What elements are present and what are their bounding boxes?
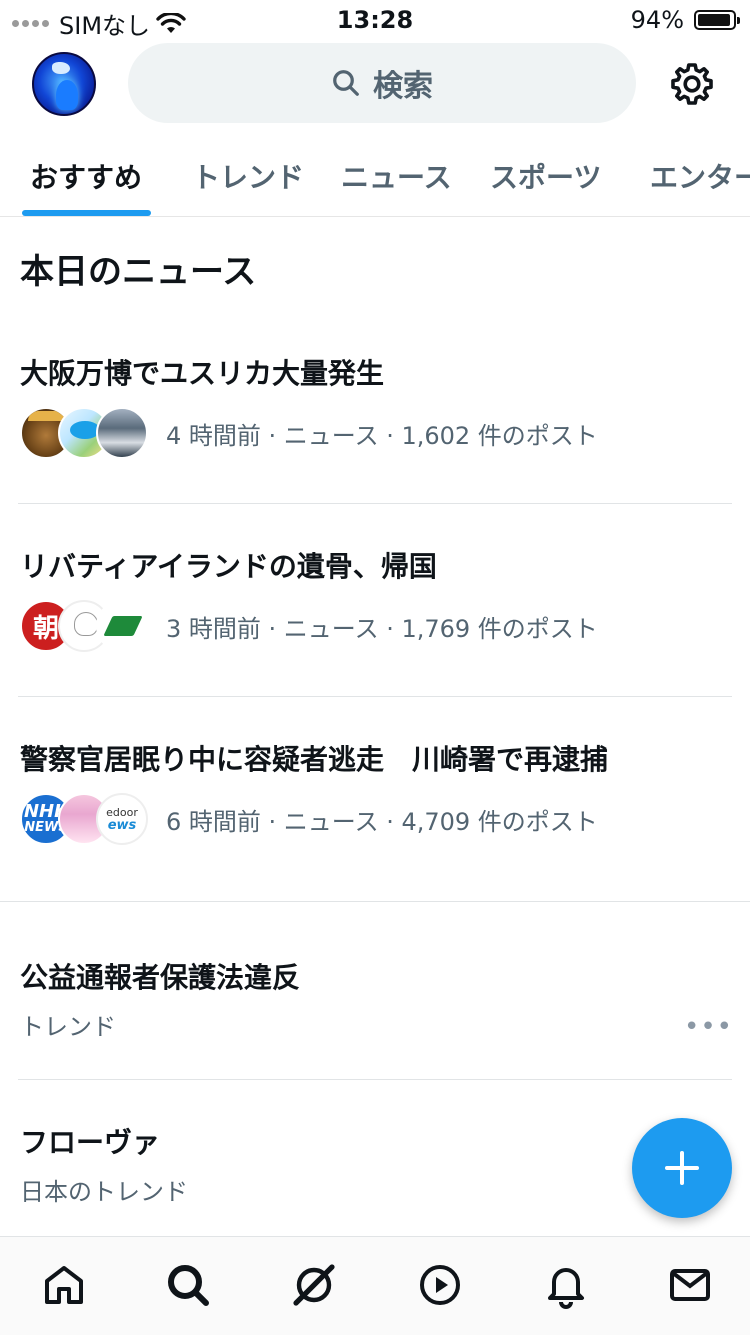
bottom-nav	[0, 1236, 750, 1335]
home-icon[interactable]	[40, 1261, 88, 1309]
trend-item-category: トレンド	[20, 1013, 116, 1041]
explore-tabs: おすすめ トレンド ニュース スポーツ エンター	[0, 136, 750, 217]
profile-avatar[interactable]	[32, 52, 96, 116]
battery-level	[698, 14, 730, 26]
tab-sports[interactable]: スポーツ	[490, 156, 601, 196]
video-play-icon[interactable]	[416, 1261, 464, 1309]
search-icon[interactable]	[164, 1261, 212, 1309]
tab-entertainment[interactable]: エンター	[650, 156, 750, 196]
notifications-bell-icon[interactable]	[542, 1261, 590, 1309]
news-item-meta[interactable]: 4 時間前 · ニュース · 1,602 件のポスト	[20, 405, 598, 461]
trend-item-category: 日本のトレンド	[20, 1178, 188, 1206]
news-item-title[interactable]: 警察官居眠り中に容疑者逃走 川崎署で再逮捕	[20, 738, 608, 778]
plus-icon	[665, 1151, 699, 1185]
news-item-title[interactable]: 大阪万博でユスリカ大量発生	[20, 352, 384, 392]
news-item-meta[interactable]: NHK NEWS edoor ews 6 時間前 · ニュース · 4,709 …	[20, 791, 598, 847]
battery-status: 94%	[630, 6, 740, 34]
section-title: 本日のニュース	[20, 252, 257, 292]
messages-envelope-icon[interactable]	[666, 1261, 714, 1309]
gear-icon[interactable]	[668, 60, 716, 108]
tab-recommended[interactable]: おすすめ	[30, 156, 142, 196]
battery-percent: 94%	[630, 6, 684, 34]
news-item-meta[interactable]: 朝 3 時間前 · ニュース · 1,769 件のポスト	[20, 598, 598, 654]
tab-trends[interactable]: トレンド	[192, 156, 304, 196]
avatar-bird-shape	[52, 62, 70, 74]
avatar-figure-shape	[56, 80, 78, 110]
divider	[18, 503, 732, 504]
divider	[18, 1079, 732, 1080]
livedoor-logo-subtext: ews	[107, 818, 137, 833]
news-meta-text: 3 時間前 · ニュース · 1,769 件のポスト	[166, 614, 598, 643]
tab-news[interactable]: ニュース	[341, 156, 452, 196]
avatar	[96, 407, 148, 459]
divider	[18, 696, 732, 697]
news-avatars: NHK NEWS edoor ews	[20, 791, 148, 847]
news-item-title[interactable]: リバティアイランドの遺骨、帰国	[20, 545, 437, 585]
news-meta-text: 4 時間前 · ニュース · 1,602 件のポスト	[166, 421, 598, 450]
trend-item-title[interactable]: フローヴァ	[20, 1121, 160, 1161]
section-divider	[0, 901, 750, 902]
news-avatars: 朝	[20, 598, 148, 654]
active-tab-indicator	[22, 210, 151, 216]
search-placeholder: 検索	[373, 69, 433, 104]
search-bar[interactable]: 検索	[128, 43, 636, 123]
status-bar: SIMなし 13:28 94%	[0, 0, 750, 40]
trend-item-title[interactable]: 公益通報者保護法違反	[20, 956, 300, 996]
battery-icon	[694, 10, 740, 30]
avatar: edoor ews	[96, 793, 148, 845]
avatar	[96, 600, 148, 652]
grok-icon[interactable]	[290, 1261, 338, 1309]
search-icon	[333, 70, 359, 96]
news-avatars	[20, 405, 148, 461]
more-options-icon[interactable]: •••	[684, 1012, 733, 1042]
news-meta-text: 6 時間前 · ニュース · 4,709 件のポスト	[166, 807, 598, 836]
compose-button[interactable]	[632, 1118, 732, 1218]
